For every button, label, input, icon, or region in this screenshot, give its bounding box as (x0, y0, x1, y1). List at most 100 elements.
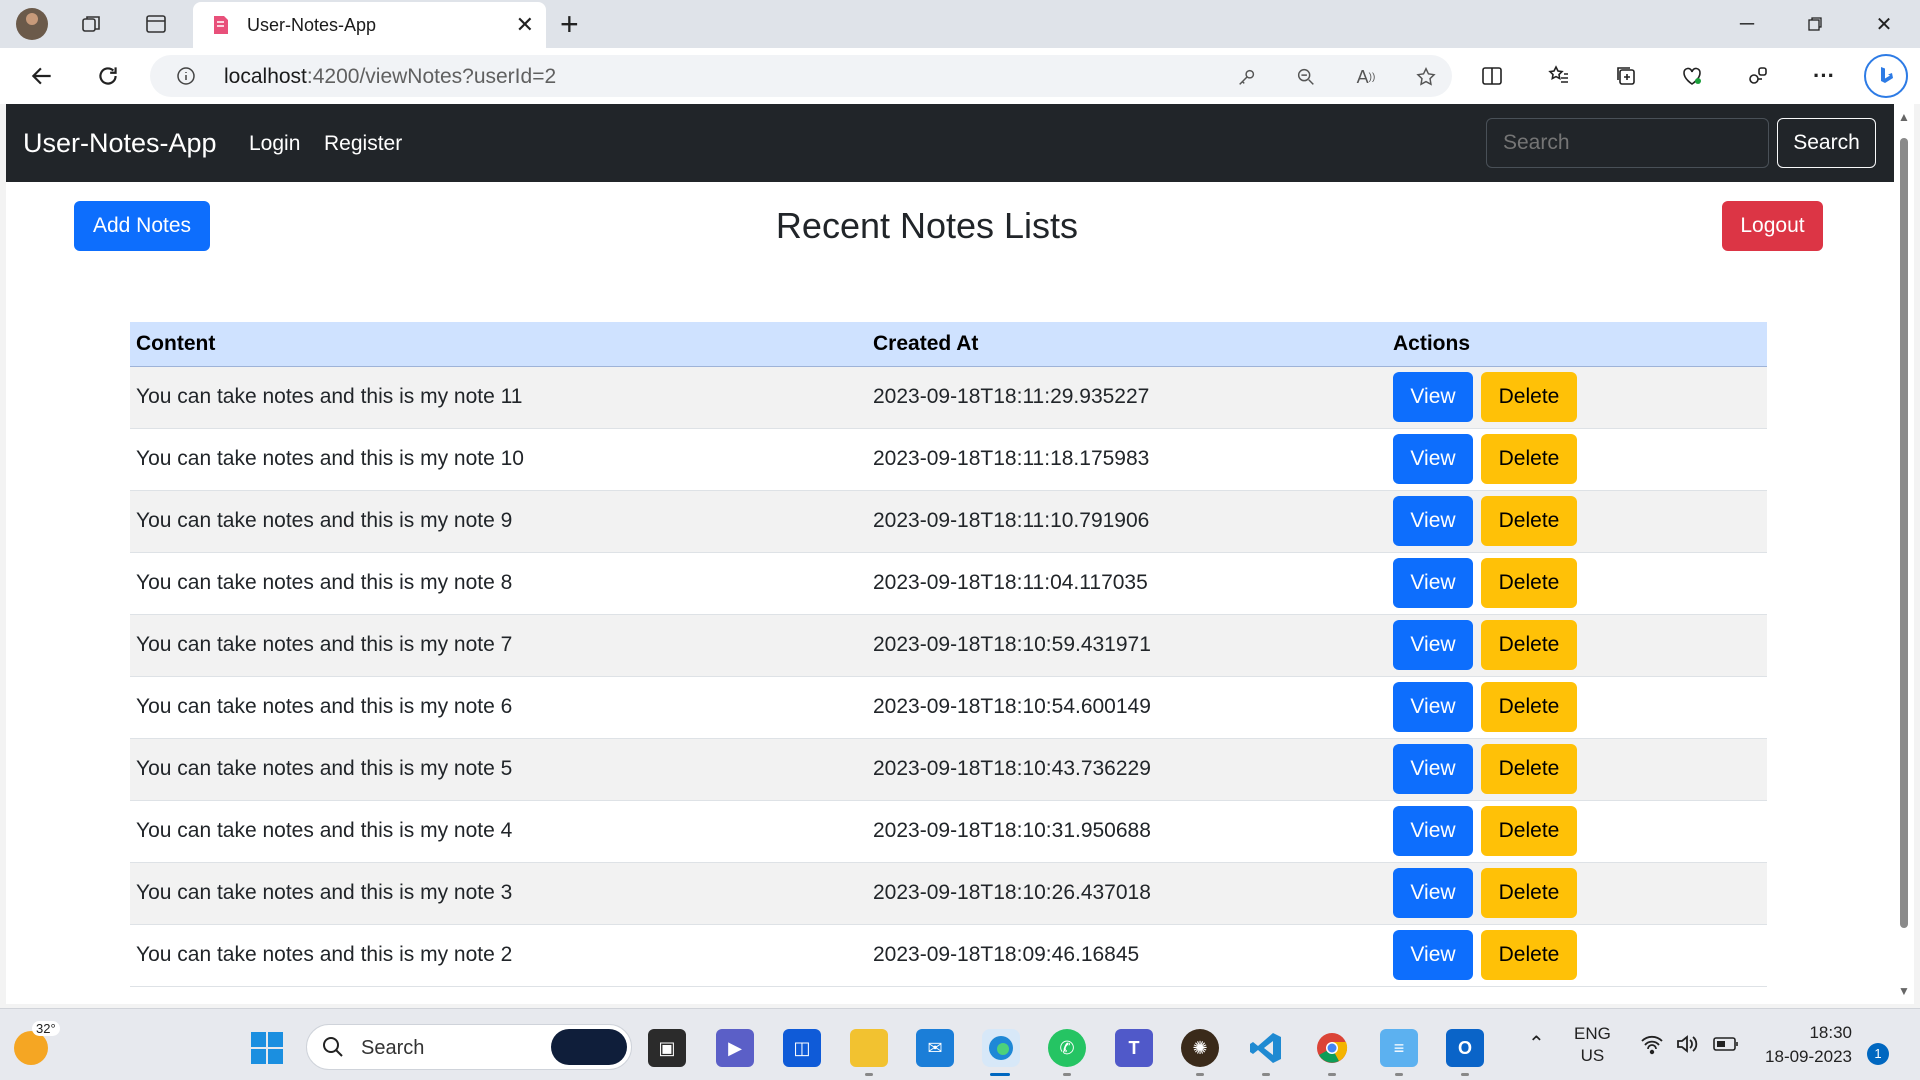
note-actions-cell: View Delete (1387, 800, 1767, 863)
view-note-button[interactable]: View (1393, 682, 1473, 732)
view-note-button[interactable]: View (1393, 496, 1473, 546)
delete-note-button[interactable]: Delete (1481, 806, 1577, 856)
nav-register-link[interactable]: Register (324, 132, 402, 156)
tray-overflow-icon[interactable]: ⌃ (1528, 1031, 1545, 1056)
running-indicator (1395, 1073, 1403, 1076)
view-note-button[interactable]: View (1393, 930, 1473, 980)
wifi-icon[interactable] (1640, 1033, 1664, 1060)
file-explorer-icon[interactable] (850, 1029, 888, 1067)
note-content-cell: You can take notes and this is my note 2 (130, 924, 867, 987)
view-note-button[interactable]: View (1393, 558, 1473, 608)
start-windows-icon[interactable] (248, 1029, 286, 1067)
language-code: ENG (1574, 1024, 1611, 1043)
delete-note-button[interactable]: Delete (1481, 930, 1577, 980)
whatsapp-icon[interactable]: ✆ (1048, 1029, 1086, 1067)
view-note-button[interactable]: View (1393, 744, 1473, 794)
delete-note-button[interactable]: Delete (1481, 682, 1577, 732)
note-created-at-cell: 2023-09-18T18:09:46.16845 (867, 924, 1387, 987)
weather-icon[interactable] (14, 1031, 48, 1065)
workspaces-icon[interactable] (78, 10, 106, 38)
view-note-button[interactable]: View (1393, 806, 1473, 856)
teams-icon[interactable]: T (1115, 1029, 1153, 1067)
table-row: You can take notes and this is my note 2… (130, 924, 1767, 987)
note-created-at-cell: 2023-09-18T18:11:04.117035 (867, 552, 1387, 615)
view-note-button[interactable]: View (1393, 372, 1473, 422)
mail-icon[interactable]: ✉ (916, 1029, 954, 1067)
notification-badge[interactable]: 1 (1867, 1043, 1889, 1065)
vscode-icon[interactable] (1247, 1029, 1285, 1067)
read-aloud-icon[interactable]: A)) (1353, 64, 1379, 90)
close-window-icon[interactable]: ✕ (1864, 8, 1904, 40)
zoom-out-icon[interactable] (1293, 64, 1319, 90)
taskbar-search[interactable]: Search (306, 1024, 632, 1070)
delete-note-button[interactable]: Delete (1481, 620, 1577, 670)
extensions-icon[interactable] (1742, 60, 1774, 92)
store-icon[interactable]: ◫ (783, 1029, 821, 1067)
split-screen-icon[interactable] (1476, 60, 1508, 92)
table-row: You can take notes and this is my note 4… (130, 800, 1767, 863)
task-view-icon[interactable]: ▣ (648, 1029, 686, 1067)
address-bar[interactable]: localhost:4200/viewNotes?userId=2 A)) (150, 55, 1452, 97)
note-actions-cell: View Delete (1387, 552, 1767, 615)
running-indicator (865, 1073, 873, 1076)
delete-note-button[interactable]: Delete (1481, 372, 1577, 422)
favorite-star-icon[interactable] (1413, 64, 1439, 90)
back-icon[interactable] (26, 60, 58, 92)
view-note-button[interactable]: View (1393, 620, 1473, 670)
notepad-icon[interactable]: ≡ (1380, 1029, 1418, 1067)
tab-favicon-icon (214, 16, 228, 34)
taskbar-search-label: Search (361, 1037, 425, 1059)
battery-icon[interactable] (1712, 1034, 1740, 1059)
nav-login-link[interactable]: Login (249, 132, 300, 156)
outlook-icon[interactable]: O (1446, 1029, 1484, 1067)
note-actions-cell: View Delete (1387, 924, 1767, 987)
app-brand[interactable]: User-Notes-App (23, 128, 217, 159)
page-scrollbar[interactable]: ▲ ▼ (1894, 104, 1914, 1004)
view-note-button[interactable]: View (1393, 434, 1473, 484)
password-key-icon[interactable] (1234, 64, 1260, 90)
tab-close-icon[interactable]: ✕ (516, 12, 534, 38)
tab-user-notes-app[interactable]: User-Notes-App ✕ (193, 2, 546, 48)
app-icon[interactable]: ✺ (1181, 1029, 1219, 1067)
delete-note-button[interactable]: Delete (1481, 434, 1577, 484)
search-highlight-icon (551, 1029, 627, 1065)
note-content-cell: You can take notes and this is my note 9 (130, 490, 867, 553)
chat-icon[interactable]: ▶ (716, 1029, 754, 1067)
refresh-icon[interactable] (92, 60, 124, 92)
note-created-at-cell: 2023-09-18T18:11:29.935227 (867, 366, 1387, 429)
collections-icon[interactable] (1610, 60, 1642, 92)
note-created-at-cell: 2023-09-18T18:10:43.736229 (867, 738, 1387, 801)
header-actions: Actions (1387, 322, 1767, 367)
minimize-icon[interactable]: ─ (1727, 8, 1767, 40)
note-actions-cell: View Delete (1387, 676, 1767, 739)
favorites-icon[interactable] (1543, 60, 1575, 92)
search-button[interactable]: Search (1777, 118, 1876, 168)
logout-button[interactable]: Logout (1722, 201, 1823, 251)
search-input[interactable] (1486, 118, 1769, 168)
volume-icon[interactable] (1675, 1033, 1699, 1060)
view-note-button[interactable]: View (1393, 868, 1473, 918)
restore-icon[interactable] (1795, 8, 1835, 40)
note-content-cell: You can take notes and this is my note 1… (130, 366, 867, 429)
delete-note-button[interactable]: Delete (1481, 558, 1577, 608)
browser-essentials-icon[interactable] (1676, 60, 1708, 92)
tab-actions-icon[interactable] (142, 10, 170, 38)
more-options-icon[interactable]: ··· (1808, 60, 1840, 92)
clock[interactable]: 18:30 18-09-2023 (1760, 1021, 1852, 1069)
profile-avatar[interactable] (16, 8, 48, 40)
note-content-cell: You can take notes and this is my note 3 (130, 862, 867, 925)
address-url: localhost:4200/viewNotes?userId=2 (224, 65, 557, 88)
scroll-down-icon[interactable]: ▼ (1898, 984, 1910, 998)
scrollbar-thumb[interactable] (1900, 138, 1908, 928)
site-info-icon[interactable] (176, 66, 196, 86)
delete-note-button[interactable]: Delete (1481, 744, 1577, 794)
delete-note-button[interactable]: Delete (1481, 868, 1577, 918)
chrome-icon[interactable] (1313, 1029, 1351, 1067)
scroll-up-icon[interactable]: ▲ (1898, 110, 1910, 124)
bing-copilot-icon[interactable] (1864, 54, 1908, 98)
delete-note-button[interactable]: Delete (1481, 496, 1577, 546)
language-indicator[interactable]: ENG US (1574, 1023, 1611, 1067)
note-actions-cell: View Delete (1387, 614, 1767, 677)
edge-browser-icon[interactable] (982, 1029, 1020, 1067)
new-tab-icon[interactable]: + (560, 6, 579, 43)
